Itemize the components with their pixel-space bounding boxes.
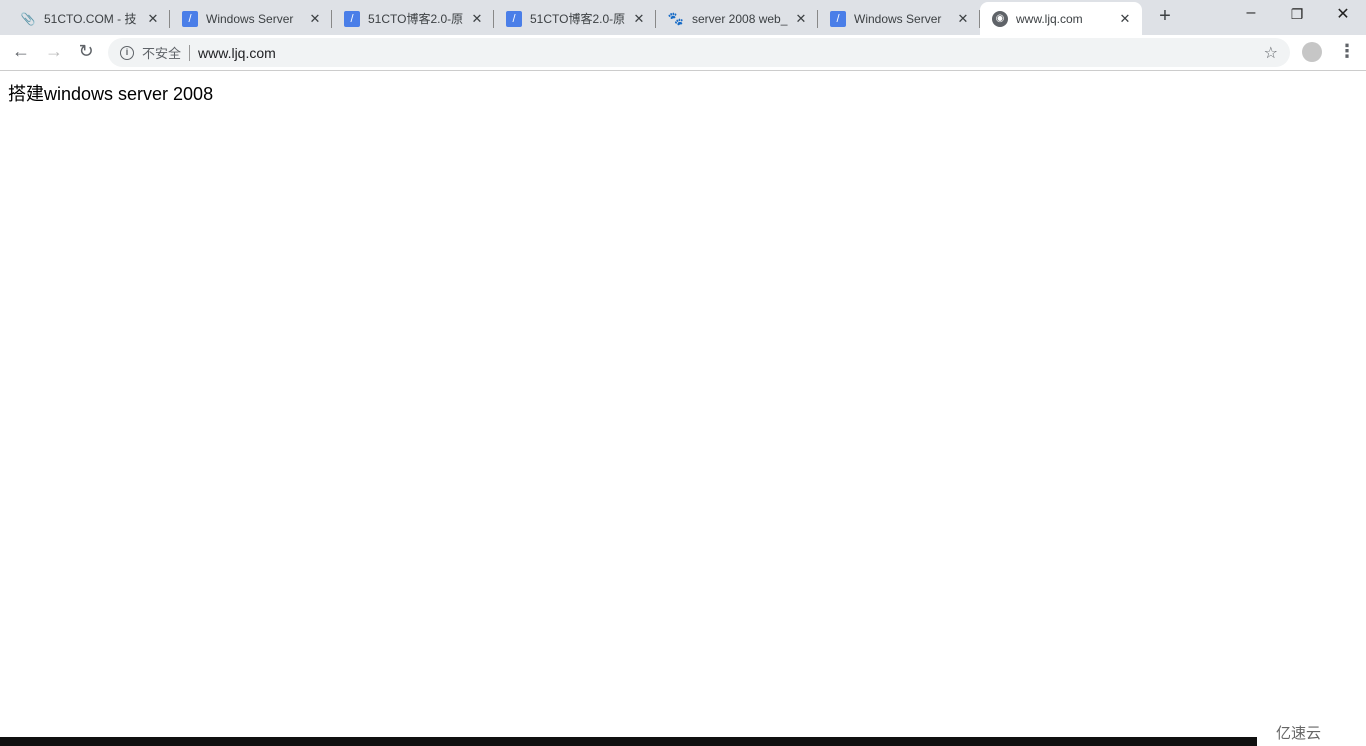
close-tab-icon[interactable]: ✕ bbox=[1118, 11, 1132, 27]
restore-button[interactable]: ❐ bbox=[1277, 6, 1317, 23]
baidu-paw-icon: 🐾 bbox=[667, 10, 685, 26]
close-tab-icon[interactable]: ✕ bbox=[632, 11, 646, 27]
blog-feather-icon: / bbox=[182, 10, 198, 27]
tab-windows-server[interactable]: / Windows Server ✕ bbox=[170, 2, 332, 35]
close-tab-icon[interactable]: ✕ bbox=[956, 11, 970, 27]
tab-51cto[interactable]: 📎 51CTO.COM - 技 ✕ bbox=[8, 2, 170, 35]
minimize-button[interactable]: – bbox=[1231, 4, 1271, 22]
toolbar: ← → ↻ i 不安全 www.ljq.com ☆ ⋮ bbox=[0, 35, 1366, 71]
security-label[interactable]: 不安全 bbox=[142, 43, 181, 62]
menu-kebab-icon[interactable]: ⋮ bbox=[1338, 41, 1356, 62]
blog-feather-icon: / bbox=[830, 10, 846, 27]
back-button[interactable]: ← bbox=[9, 41, 33, 62]
tab-windows-server[interactable]: / Windows Server ✕ bbox=[818, 2, 980, 35]
divider bbox=[189, 44, 191, 61]
info-icon[interactable]: i bbox=[120, 45, 134, 60]
close-window-button[interactable]: ✕ bbox=[1323, 4, 1363, 24]
tab-ljq-active[interactable]: ◉ www.ljq.com ✕ bbox=[980, 2, 1142, 35]
url-text[interactable]: www.ljq.com bbox=[198, 45, 276, 61]
forward-button[interactable]: → bbox=[42, 41, 66, 62]
profile-avatar[interactable] bbox=[1302, 42, 1322, 62]
tab-strip: 📎 51CTO.COM - 技 ✕ / Windows Server ✕ /51CTO博… bbox=[0, 0, 1366, 35]
new-tab-button[interactable]: + bbox=[1155, 5, 1175, 28]
omnibox[interactable]: i 不安全 www.ljq.com ☆ bbox=[108, 38, 1290, 67]
bookmark-star-icon[interactable]: ☆ bbox=[1264, 43, 1278, 63]
close-tab-icon[interactable]: ✕ bbox=[146, 11, 160, 27]
tab-baidu-search[interactable]: 🐾 server 2008 web_ ✕ bbox=[656, 2, 818, 35]
close-tab-icon[interactable]: ✕ bbox=[470, 11, 484, 27]
blog-feather-icon: / bbox=[344, 10, 360, 27]
close-tab-icon[interactable]: ✕ bbox=[794, 11, 808, 27]
taskbar bbox=[0, 737, 1257, 746]
tab-51cto-blog[interactable]: /51CTO博客2.0-原 ✕ bbox=[332, 2, 494, 35]
blog-feather-icon: / bbox=[506, 10, 522, 27]
reload-button[interactable]: ↻ bbox=[74, 41, 98, 62]
page-heading: 搭建windows server 2008 bbox=[8, 84, 214, 104]
close-tab-icon[interactable]: ✕ bbox=[308, 11, 322, 27]
paperclip-icon: 📎 bbox=[20, 11, 36, 26]
globe-icon: ◉ bbox=[992, 10, 1008, 27]
watermark-logo: 亿速云 bbox=[1276, 725, 1322, 742]
tab-51cto-blog[interactable]: /51CTO博客2.0-原 ✕ bbox=[494, 2, 656, 35]
